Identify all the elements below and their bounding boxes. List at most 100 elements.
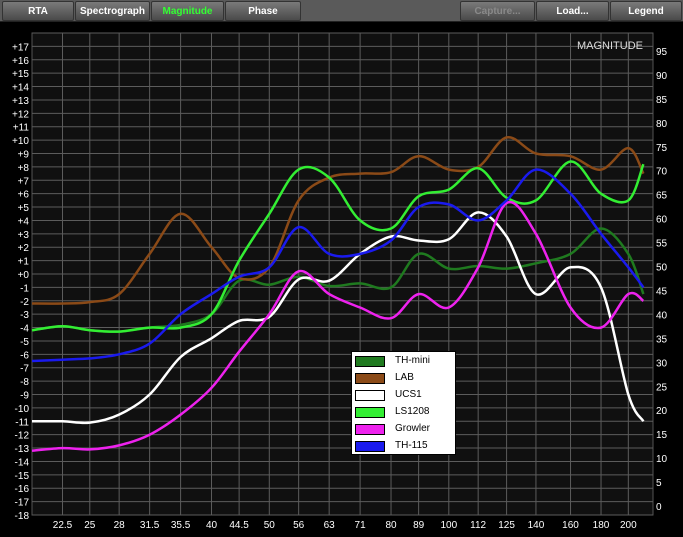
y-tick-label-left: -6 [20, 350, 29, 361]
x-tick-label: 44.5 [229, 520, 249, 531]
tab-phase[interactable]: Phase [225, 1, 301, 21]
x-tick-label: 180 [593, 520, 610, 531]
x-tick-label: 31.5 [140, 520, 160, 531]
y-tick-label-right: 60 [656, 215, 668, 226]
legend-button[interactable]: Legend [610, 1, 682, 21]
y-tick-label-right: 75 [656, 143, 668, 154]
y-tick-label-left: -9 [20, 391, 29, 402]
y-tick-label-left: -14 [15, 457, 30, 468]
y-tick-label-right: 30 [656, 358, 668, 369]
y-tick-label-right: 15 [656, 430, 668, 441]
legend-item[interactable]: LS1208 [355, 405, 455, 420]
y-tick-label-left: +7 [18, 176, 30, 187]
x-tick-label: 28 [114, 520, 126, 531]
x-tick-label: 125 [498, 520, 515, 531]
y-tick-label-left: -5 [20, 337, 29, 348]
y-tick-label-right: 20 [656, 406, 668, 417]
legend-item[interactable]: TH-115 [355, 439, 455, 454]
chart-title: MAGNITUDE [577, 40, 643, 52]
y-tick-label-right: 45 [656, 286, 668, 297]
load-button[interactable]: Load... [536, 1, 609, 21]
x-tick-label: 140 [528, 520, 545, 531]
y-tick-label-left: -3 [20, 310, 29, 321]
y-tick-label-left: -13 [15, 444, 30, 455]
tab-rta[interactable]: RTA [2, 1, 74, 21]
y-tick-label-right: 80 [656, 119, 668, 130]
legend-swatch [355, 407, 385, 418]
y-tick-label-left: -18 [15, 511, 30, 522]
x-tick-label: 112 [470, 520, 486, 531]
x-tick-label: 35.5 [171, 520, 191, 531]
y-tick-label-left: +8 [18, 163, 30, 174]
x-tick-label: 22.5 [53, 520, 73, 531]
legend-label: TH-mini [395, 355, 430, 366]
legend-item[interactable]: Growler [355, 422, 455, 437]
x-tick-label: 80 [385, 520, 397, 531]
y-tick-label-left: -11 [15, 417, 29, 428]
y-tick-label-left: +15 [12, 69, 29, 80]
toolbar: RTA Spectrograph Magnitude Phase Capture… [0, 0, 683, 22]
tab-magnitude[interactable]: Magnitude [151, 1, 224, 21]
y-tick-label-right: 85 [656, 95, 668, 106]
y-tick-label-left: +0 [18, 270, 30, 281]
y-tick-label-left: +10 [12, 136, 29, 147]
y-tick-label-left: +1 [18, 257, 30, 268]
y-tick-label-left: +4 [18, 216, 30, 227]
y-tick-label-left: +14 [12, 83, 29, 94]
legend[interactable]: TH-mini LAB UCS1 LS1208 Growler TH-115 [351, 351, 456, 455]
x-tick-label: 63 [324, 520, 336, 531]
x-tick-label: 50 [264, 520, 276, 531]
legend-label: LAB [395, 372, 414, 383]
x-tick-label: 100 [440, 520, 457, 531]
y-tick-label-left: +5 [18, 203, 30, 214]
y-tick-label-right: 65 [656, 191, 668, 202]
y-tick-label-left: +13 [12, 96, 29, 107]
y-tick-label-left: +12 [12, 109, 29, 120]
legend-swatch [355, 424, 385, 435]
x-tick-label: 71 [355, 520, 367, 531]
y-tick-label-left: +3 [18, 230, 30, 241]
magnitude-chart: +17+16+15+14+13+12+11+10+9+8+7+6+5+4+3+2… [0, 22, 683, 537]
x-tick-label: 200 [620, 520, 637, 531]
y-tick-label-left: -17 [15, 498, 30, 509]
y-tick-label-left: -1 [20, 283, 29, 294]
y-tick-label-right: 40 [656, 310, 668, 321]
tab-spectrograph[interactable]: Spectrograph [75, 1, 150, 21]
y-tick-label-right: 10 [656, 454, 668, 465]
y-tick-label-left: +6 [18, 190, 30, 201]
y-tick-label-left: -7 [20, 364, 29, 375]
legend-swatch [355, 390, 385, 401]
capture-button[interactable]: Capture... [460, 1, 535, 21]
legend-swatch [355, 373, 385, 384]
x-tick-label: 89 [413, 520, 425, 531]
legend-swatch [355, 441, 385, 452]
y-tick-label-right: 70 [656, 167, 668, 178]
x-tick-label: 25 [84, 520, 96, 531]
y-tick-label-left: -16 [15, 484, 30, 495]
y-tick-label-left: -15 [15, 471, 30, 482]
y-tick-label-left: +17 [12, 42, 29, 53]
y-tick-label-left: -4 [20, 324, 29, 335]
legend-item[interactable]: UCS1 [355, 388, 455, 403]
legend-item[interactable]: LAB [355, 371, 455, 386]
y-tick-label-right: 90 [656, 71, 668, 82]
x-tick-label: 40 [206, 520, 218, 531]
y-tick-label-left: -10 [15, 404, 30, 415]
x-tick-label: 56 [293, 520, 305, 531]
legend-label: Growler [395, 423, 431, 434]
y-tick-label-left: +16 [12, 56, 29, 67]
y-tick-label-left: +11 [13, 123, 30, 134]
y-tick-label-right: 55 [656, 239, 668, 250]
y-tick-label-left: +9 [18, 150, 30, 161]
legend-label: LS1208 [395, 406, 430, 417]
y-tick-label-right: 25 [656, 382, 668, 393]
legend-label: TH-115 [395, 440, 428, 451]
y-tick-label-right: 35 [656, 334, 668, 345]
y-tick-label-right: 0 [656, 502, 662, 513]
x-tick-label: 160 [562, 520, 579, 531]
y-tick-label-left: +2 [18, 243, 30, 254]
legend-swatch [355, 356, 385, 367]
legend-item[interactable]: TH-mini [355, 354, 455, 369]
legend-label: UCS1 [395, 389, 422, 400]
y-tick-label-left: -8 [20, 377, 29, 388]
